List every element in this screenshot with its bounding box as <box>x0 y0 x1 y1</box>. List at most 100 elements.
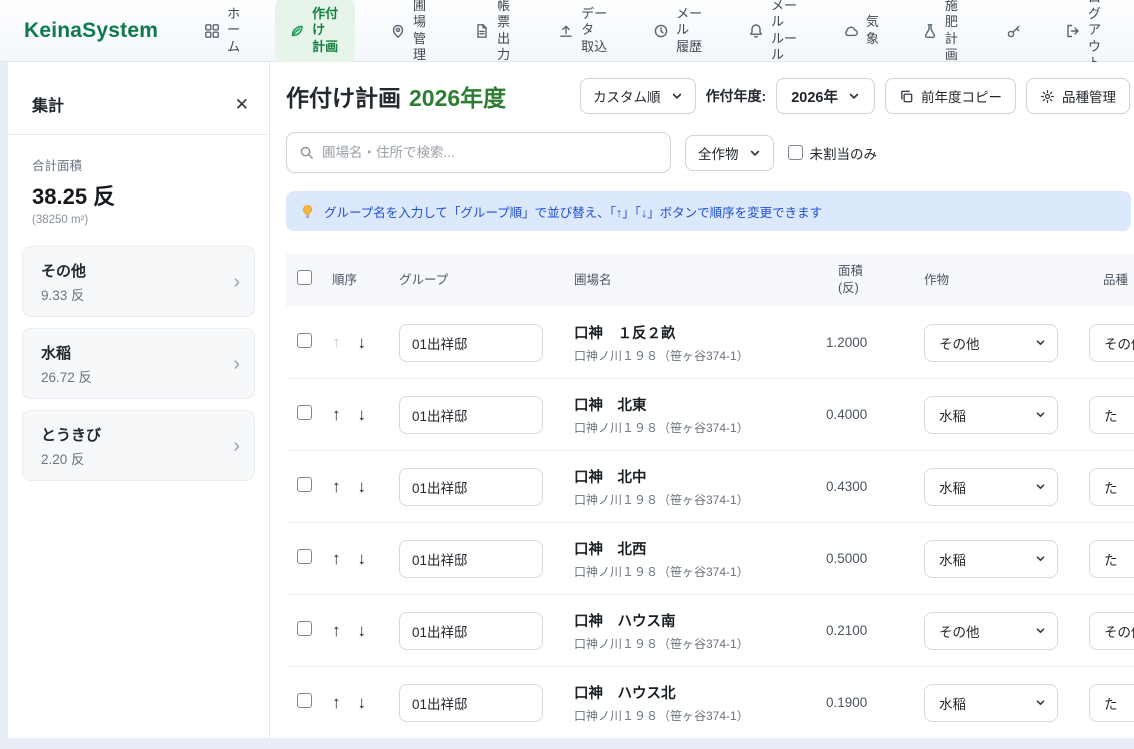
chevron-down-icon <box>671 90 683 102</box>
crop-select-value: 水稲 <box>939 477 966 497</box>
flask-icon <box>922 23 938 39</box>
group-input[interactable] <box>399 684 543 722</box>
select-all-checkbox[interactable] <box>297 270 312 285</box>
crop-summary-card[interactable]: とうきび2.20 反› <box>22 410 255 481</box>
variety-select[interactable]: た <box>1089 684 1134 722</box>
field-search <box>286 132 671 173</box>
header-field: 圃場名 <box>574 272 824 289</box>
move-down-button[interactable]: ↓ <box>358 334 367 351</box>
move-down-button[interactable]: ↓ <box>358 550 367 567</box>
plant-year-label: 作付年度: <box>706 86 767 106</box>
field-name: 口神 北東 <box>574 394 824 415</box>
variety-select[interactable]: た <box>1089 468 1134 506</box>
group-input[interactable] <box>399 396 543 434</box>
nav-item-label: ログ アウ ト <box>1088 0 1106 71</box>
move-down-button[interactable]: ↓ <box>358 694 367 711</box>
upload-icon <box>558 23 574 39</box>
copy-icon <box>899 89 914 104</box>
crop-select-value: 水稲 <box>939 405 966 425</box>
checkbox-icon <box>788 145 803 160</box>
total-area-value: 38.25 反 <box>32 179 245 211</box>
copy-previous-year-button[interactable]: 前年度コピー <box>885 78 1016 114</box>
move-up-button[interactable]: ↑ <box>332 406 341 423</box>
history-icon <box>653 23 669 39</box>
bell-icon <box>748 23 764 39</box>
crop-summary-card[interactable]: その他9.33 反› <box>22 246 255 317</box>
table-body: ↑↓口神 １反２畝口神ノ川１９８（笹ヶ谷374-1）1.2000その他その他↑↓… <box>286 307 1134 738</box>
sidebar-title: 集計 <box>32 92 64 116</box>
crop-select[interactable]: その他 <box>924 324 1058 362</box>
field-area: 0.5000 <box>824 551 914 566</box>
crop-filter-select[interactable]: 全作物 <box>685 135 774 171</box>
nav-item-report-output[interactable]: 帳票 出力 <box>466 0 523 69</box>
nav-item-label: メール ルール <box>771 0 800 63</box>
row-checkbox[interactable] <box>297 693 312 708</box>
chevron-down-icon <box>1035 697 1046 708</box>
chevron-down-icon <box>1035 337 1046 348</box>
nav-item-planting-plan[interactable]: 作付け 計画 <box>275 0 355 64</box>
variety-select[interactable]: た <box>1089 396 1134 434</box>
variety-management-button[interactable]: 品種管理 <box>1026 78 1130 114</box>
unassigned-only-checkbox[interactable]: 未割当のみ <box>788 143 878 163</box>
search-input[interactable] <box>322 145 658 160</box>
group-input[interactable] <box>399 540 543 578</box>
header-group: グループ <box>399 272 574 289</box>
crop-select[interactable]: 水稲 <box>924 468 1058 506</box>
table-header: 順序 グループ 圃場名 面積 (反) 作物 品種 <box>286 253 1134 307</box>
row-checkbox[interactable] <box>297 333 312 348</box>
sort-order-select[interactable]: カスタム順 <box>580 78 696 114</box>
move-up-button[interactable]: ↑ <box>332 478 341 495</box>
move-down-button[interactable]: ↓ <box>358 622 367 639</box>
chevron-down-icon <box>848 90 860 102</box>
group-input[interactable] <box>399 468 543 506</box>
row-checkbox[interactable] <box>297 549 312 564</box>
move-up-button[interactable]: ↑ <box>332 334 341 351</box>
variety-select[interactable]: その他 <box>1089 324 1134 362</box>
nav-item-home[interactable]: ホ ー ム <box>196 0 248 61</box>
file-icon <box>474 23 490 39</box>
nav-item-field-management[interactable]: 圃場 管理 <box>382 0 439 69</box>
row-checkbox[interactable] <box>297 405 312 420</box>
nav-item-label: 施肥 計画 <box>945 0 963 63</box>
nav-item-data-import[interactable]: データ 取込 <box>550 0 618 61</box>
key-icon <box>1006 23 1022 39</box>
nav-item-mail-rules[interactable]: メール ルール <box>740 0 808 69</box>
variety-select-value: その他 <box>1104 333 1134 353</box>
crop-select[interactable]: 水稲 <box>924 396 1058 434</box>
total-area-label: 合計面積 <box>32 155 245 174</box>
close-icon[interactable]: ✕ <box>235 96 249 113</box>
chevron-right-icon: › <box>233 353 240 376</box>
group-input[interactable] <box>399 324 543 362</box>
field-address: 口神ノ川１９８（笹ヶ谷374-1） <box>574 635 824 652</box>
table-row: ↑↓口神 ハウス北口神ノ川１９８（笹ヶ谷374-1）0.1900水稲た <box>286 667 1134 738</box>
nav-item-label: 作付け 計画 <box>312 6 341 55</box>
table-row: ↑↓口神 北西口神ノ川１９８（笹ヶ谷374-1）0.5000水稲た <box>286 523 1134 595</box>
nav-item-label: ホ ー ム <box>227 6 240 55</box>
move-up-button[interactable]: ↑ <box>332 622 341 639</box>
nav-item-mail-history[interactable]: メール 履歴 <box>645 0 713 61</box>
move-up-button[interactable]: ↑ <box>332 550 341 567</box>
crop-select[interactable]: 水稲 <box>924 540 1058 578</box>
nav-item-label: 圃場 管理 <box>413 0 431 63</box>
group-input[interactable] <box>399 612 543 650</box>
crop-select[interactable]: その他 <box>924 612 1058 650</box>
nav-item-key[interactable] <box>998 17 1030 45</box>
move-down-button[interactable]: ↓ <box>358 478 367 495</box>
field-address: 口神ノ川１９８（笹ヶ谷374-1） <box>574 419 824 436</box>
row-checkbox[interactable] <box>297 621 312 636</box>
crop-summary-card[interactable]: 水稲26.72 反› <box>22 328 255 399</box>
crop-name: 水稲 <box>41 342 92 363</box>
planting-plan-table: 順序 グループ 圃場名 面積 (反) 作物 品種 ↑↓口神 １反２畝口神ノ川１９… <box>286 253 1134 738</box>
content-area: 集計 ✕ 合計面積 38.25 反 (38250 m²) その他9.33 反›水… <box>0 62 1134 738</box>
variety-select[interactable]: た <box>1089 540 1134 578</box>
crop-select[interactable]: 水稲 <box>924 684 1058 722</box>
header-order: 順序 <box>324 272 399 289</box>
nav-item-fertilization-plan[interactable]: 施肥 計画 <box>914 0 971 69</box>
move-down-button[interactable]: ↓ <box>358 406 367 423</box>
move-up-button[interactable]: ↑ <box>332 694 341 711</box>
plant-year-select[interactable]: 2026年 <box>776 78 875 114</box>
nav-item-weather[interactable]: 気 象 <box>835 8 887 53</box>
variety-select[interactable]: その他 <box>1089 612 1134 650</box>
field-area: 0.4300 <box>824 479 914 494</box>
row-checkbox[interactable] <box>297 477 312 492</box>
